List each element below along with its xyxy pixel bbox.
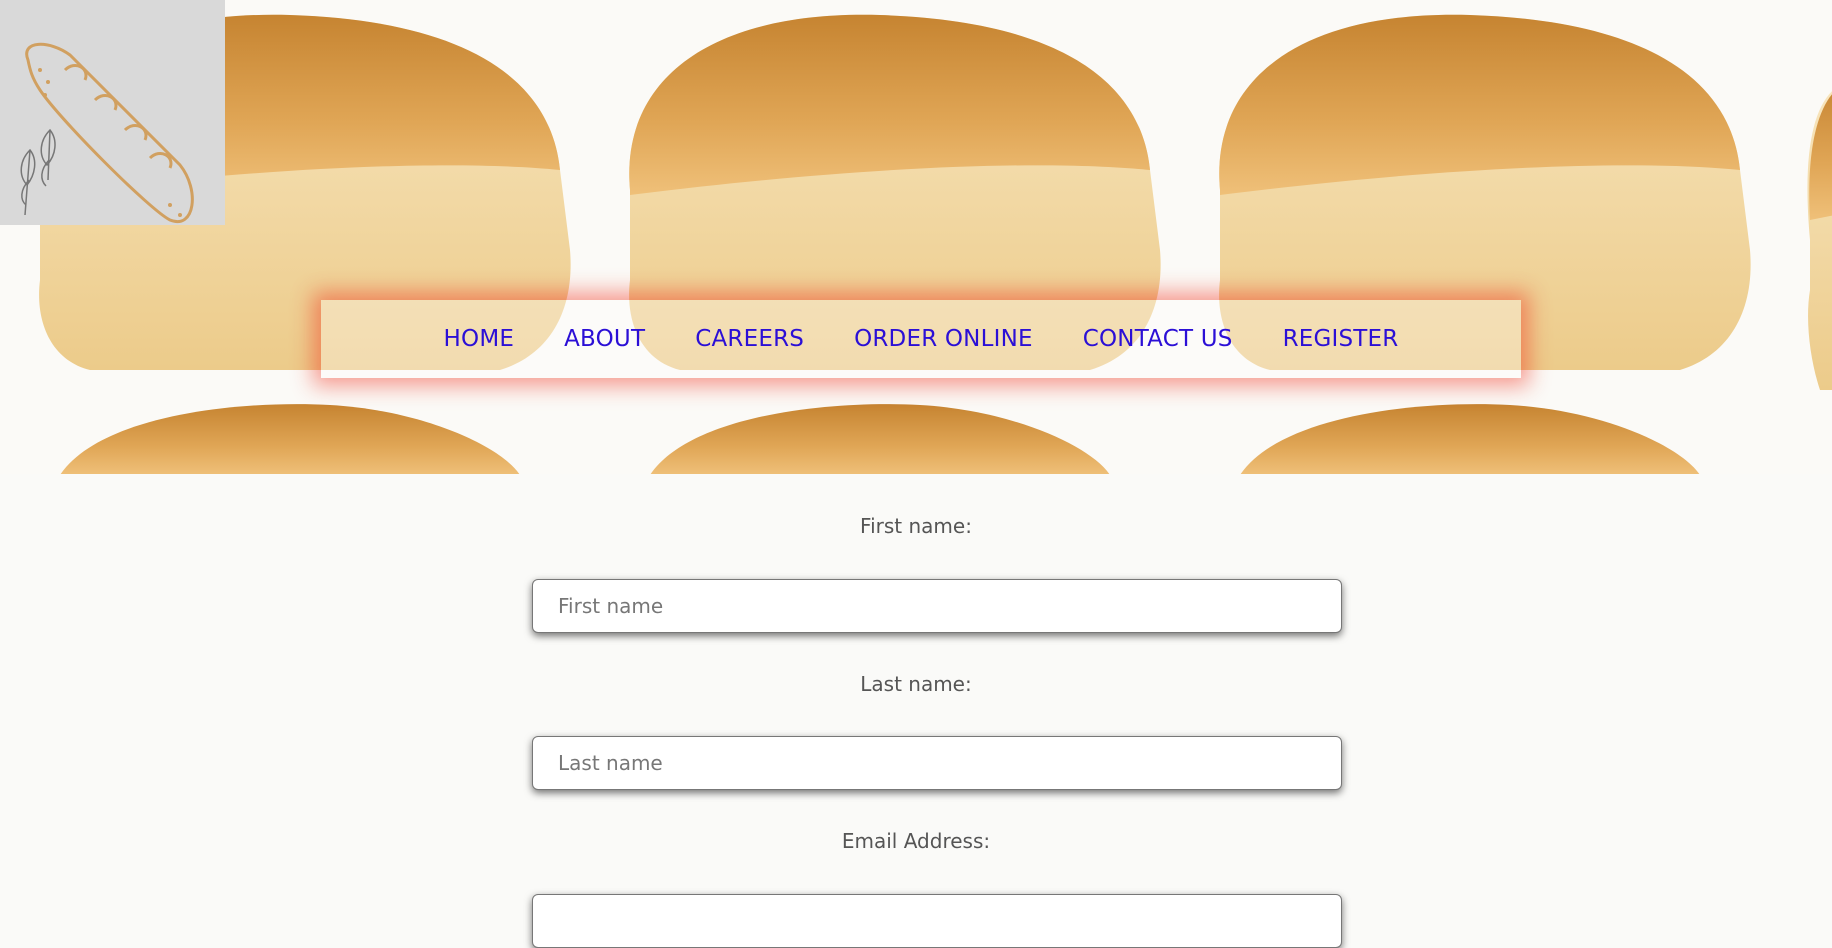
nav-register-link[interactable]: REGISTER — [1283, 326, 1399, 352]
nav-about-link[interactable]: ABOUT — [564, 326, 645, 352]
logo[interactable] — [0, 0, 225, 225]
bread-loaf — [60, 404, 520, 474]
nav-order-online-link[interactable]: ORDER ONLINE — [854, 326, 1033, 352]
last-name-label: Last name: — [860, 672, 972, 696]
bread-loaf — [650, 404, 1110, 474]
email-label: Email Address: — [841, 829, 991, 853]
hero-banner: HOME ABOUT CAREERS ORDER ONLINE CONTACT … — [0, 0, 1832, 474]
bread-background — [39, 14, 1832, 474]
email-input[interactable] — [532, 894, 1342, 948]
first-name-label: First name: — [860, 514, 972, 538]
first-name-input[interactable] — [532, 579, 1342, 633]
baguette-wheat-icon — [20, 42, 194, 224]
main-nav: HOME ABOUT CAREERS ORDER ONLINE CONTACT … — [321, 300, 1521, 378]
last-name-input[interactable] — [532, 736, 1342, 790]
bread-loaf — [1240, 404, 1700, 474]
registration-form: First name: Last name: Email Address: — [0, 474, 1832, 948]
bread-loaf — [1807, 91, 1832, 390]
nav-home-link[interactable]: HOME — [444, 326, 515, 352]
nav-careers-link[interactable]: CAREERS — [695, 326, 804, 352]
nav-contact-us-link[interactable]: CONTACT US — [1083, 326, 1233, 352]
